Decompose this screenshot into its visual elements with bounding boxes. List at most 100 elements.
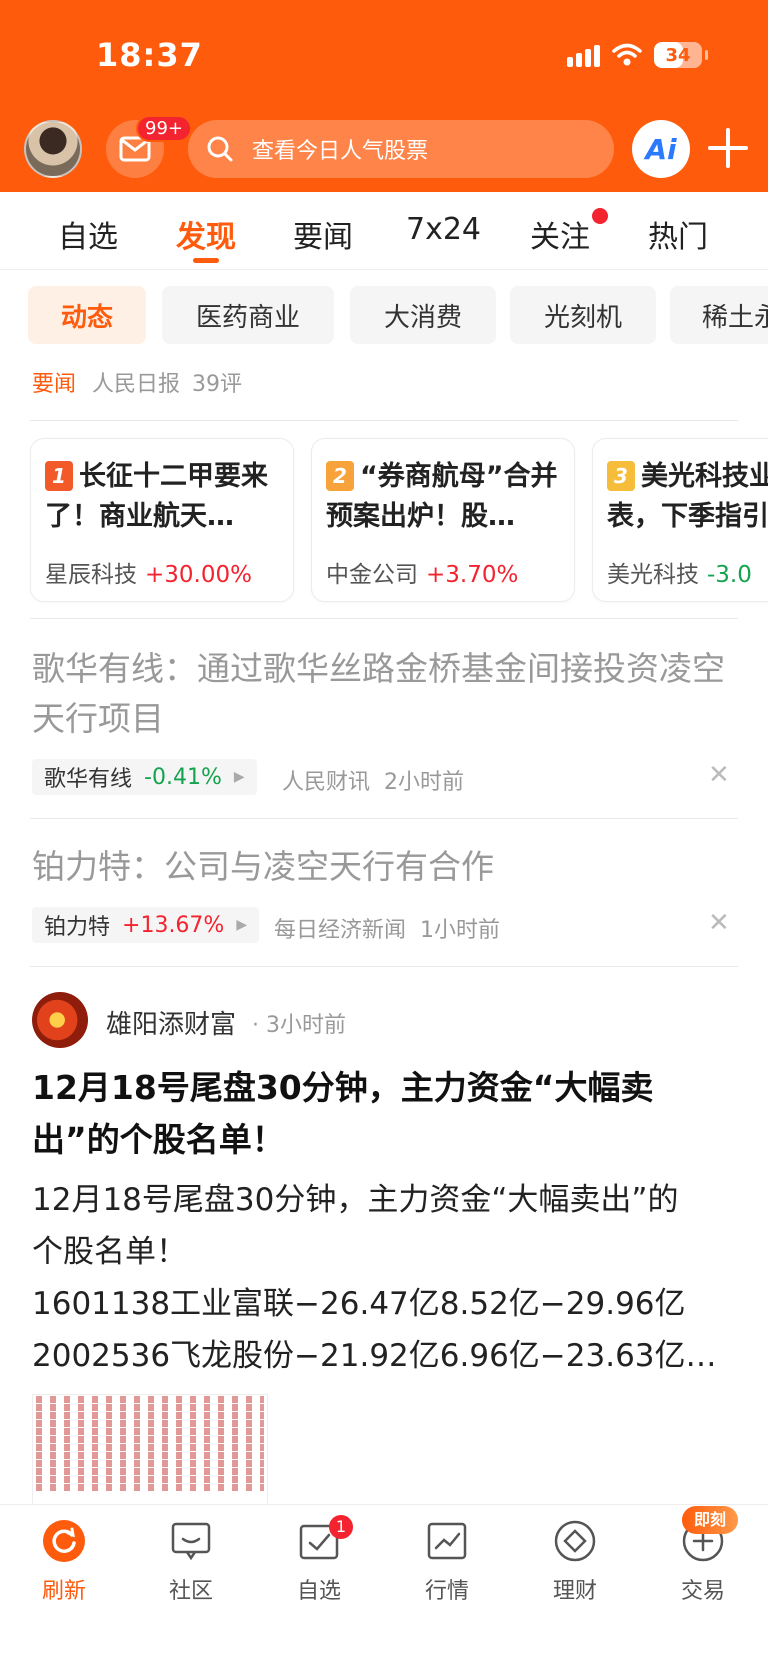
play-arrow-icon: ▶ [236, 917, 248, 933]
mail-badge: 99+ [136, 115, 192, 142]
post-body[interactable]: 12月18号尾盘30分钟，主力资金“大幅卖出”的 个股名单！ 1601138工业… [32, 1174, 732, 1382]
tab-following[interactable]: 关注 [530, 212, 590, 256]
tab-hot[interactable]: 热门 [648, 212, 708, 256]
headline-meta: 要闻 人民日报 39评 [32, 366, 242, 398]
author-avatar[interactable] [32, 992, 88, 1048]
nav-watchlist[interactable]: 1 自选 [269, 1515, 369, 1605]
close-icon[interactable]: ✕ [708, 908, 730, 938]
card-stock-name: 星辰科技 [45, 562, 137, 588]
news-stock-change: -0.41% [144, 764, 222, 790]
play-arrow-icon: ▶ [233, 769, 245, 785]
post-time: · 3小时前 [252, 1013, 346, 1038]
nav-label: 自选 [296, 1579, 341, 1604]
card-stock-change: -3.0 [707, 562, 752, 588]
post-title[interactable]: 12月18号尾盘30分钟，主力资金“大幅卖出”的个股名单！ [32, 1062, 732, 1166]
wifi-icon [612, 43, 642, 66]
status-time: 18:37 [96, 36, 203, 74]
news-stock-name: 铂力特 [44, 915, 111, 940]
news-source-name: 每日经济新闻 [274, 918, 407, 943]
news-stock-pill[interactable]: 歌华有线 -0.41% ▶ [32, 759, 257, 795]
chip-consumer[interactable]: 大消费 [350, 286, 496, 344]
post-body-line: 1601138工业富联−26.47亿8.52亿−29.96亿 [32, 1286, 686, 1322]
tab-discover[interactable]: 发现 [176, 212, 236, 256]
news-title[interactable]: 歌华有线：通过歌华丝路金桥基金间接投资凌空天行项目 [32, 644, 742, 744]
add-icon[interactable] [706, 126, 750, 170]
news-title[interactable]: 铂力特：公司与凌空天行有合作 [32, 842, 742, 892]
news-time: 2小时前 [384, 770, 465, 795]
trade-now-tag: 即刻 [682, 1506, 739, 1534]
hot-news-card[interactable]: 1 长征十二甲要来了！商业航天… 星辰科技 +30.00% [30, 438, 294, 602]
nav-label: 社区 [168, 1579, 213, 1604]
headline-tag: 要闻 [32, 372, 77, 397]
diamond-icon [554, 1520, 596, 1562]
close-icon[interactable]: ✕ [708, 760, 730, 790]
refresh-icon [43, 1520, 85, 1562]
card-title: 2 “券商航母”合并预案出炉！股… [326, 457, 562, 537]
divider [30, 618, 738, 619]
news-stock-change: +13.67% [122, 912, 225, 938]
headline-source: 人民日报 [92, 372, 181, 397]
page: 18:37 34 99+ 查看今日人气股票 Ai 自选 发现 要闻 7x24 关… [0, 0, 768, 1667]
news-stock-name: 歌华有线 [44, 767, 133, 792]
card-title-text: 长征十二甲要来了！商业航天… [45, 461, 268, 532]
card-stock-name: 中金公司 [326, 562, 418, 588]
status-icons: 34 [567, 42, 708, 68]
chip-dynamic[interactable]: 动态 [28, 286, 146, 344]
chat-icon [171, 1522, 211, 1561]
search-placeholder: 查看今日人气股票 [252, 139, 429, 164]
nav-refresh[interactable]: 刷新 [14, 1519, 114, 1605]
tab-news[interactable]: 要闻 [293, 212, 353, 256]
news-time: 1小时前 [420, 918, 501, 943]
news-source: 人民财讯 2小时前 [282, 764, 464, 796]
nav-label: 交易 [680, 1579, 725, 1604]
card-stock[interactable]: 中金公司 +3.70% [326, 555, 518, 589]
divider [30, 420, 738, 421]
headline-comments[interactable]: 39评 [192, 366, 242, 398]
post-body-line: 12月18号尾盘30分钟，主力资金“大幅卖出”的 [32, 1182, 679, 1218]
nav-label: 刷新 [41, 1579, 86, 1604]
nav-label: 理财 [552, 1579, 597, 1604]
chip-lithography[interactable]: 光刻机 [510, 286, 656, 344]
card-title: 1 长征十二甲要来了！商业航天… [45, 457, 281, 537]
news-source: 每日经济新闻 1小时前 [274, 912, 500, 944]
card-stock[interactable]: 美光科技 -3.0 [607, 555, 752, 589]
search-icon [207, 136, 233, 162]
cellular-signal-icon [567, 43, 600, 67]
card-title: 3美光科技业绩爆表，下季指引 [607, 457, 768, 537]
divider [30, 966, 738, 967]
rank-badge: 2 [326, 461, 354, 491]
trend-chart-icon [427, 1522, 467, 1560]
card-stock[interactable]: 星辰科技 +30.00% [45, 555, 252, 589]
card-stock-name: 美光科技 [607, 562, 699, 588]
divider [30, 818, 738, 819]
top-tabs: 自选 发现 要闻 7x24 关注 热门 [0, 192, 768, 270]
watchlist-badge: 1 [329, 1515, 353, 1539]
tab-7x24[interactable]: 7x24 [406, 212, 481, 247]
post-image-thumbnail[interactable] [32, 1394, 268, 1506]
nav-label: 行情 [424, 1579, 469, 1604]
header-bar: 18:37 34 99+ 查看今日人气股票 Ai [0, 0, 768, 192]
nav-community[interactable]: 社区 [141, 1519, 241, 1605]
ai-assistant-button[interactable]: Ai [632, 120, 690, 178]
hot-news-card[interactable]: 3美光科技业绩爆表，下季指引 美光科技 -3.0 [592, 438, 768, 602]
rank-badge: 1 [45, 461, 73, 491]
chip-pharma-commerce[interactable]: 医药商业 [162, 286, 334, 344]
user-avatar[interactable] [24, 120, 82, 178]
chip-rare-earth[interactable]: 稀土永 [670, 286, 768, 344]
active-tab-indicator [193, 258, 219, 263]
news-source-name: 人民财讯 [282, 770, 371, 795]
hot-news-card[interactable]: 2 “券商航母”合并预案出炉！股… 中金公司 +3.70% [311, 438, 575, 602]
nav-market[interactable]: 行情 [397, 1519, 497, 1605]
post-body-line: 个股名单！ [32, 1234, 187, 1270]
battery-icon: 34 [654, 42, 708, 68]
tab-watchlist[interactable]: 自选 [58, 212, 118, 256]
rank-badge: 3 [607, 461, 635, 491]
post-body-line: 2002536飞龙股份−21.92亿6.96亿−23.63亿… [32, 1338, 717, 1374]
battery-level: 34 [665, 44, 691, 66]
search-bar[interactable]: 查看今日人气股票 [188, 120, 614, 178]
post-author[interactable]: 雄阳添财富 [106, 1004, 236, 1041]
nav-finance[interactable]: 理财 [525, 1519, 625, 1605]
following-unread-dot [592, 208, 608, 224]
card-stock-change: +30.00% [145, 562, 252, 588]
news-stock-pill[interactable]: 铂力特 +13.67% ▶ [32, 907, 260, 943]
